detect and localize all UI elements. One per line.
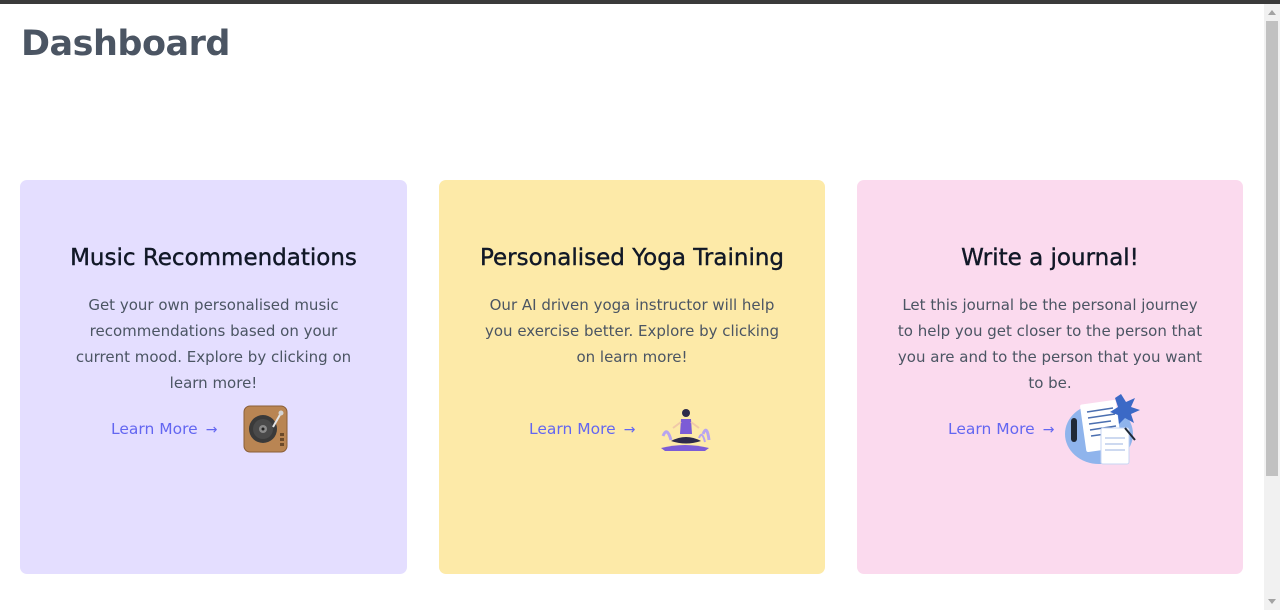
card-action-row: Learn More →	[439, 392, 825, 472]
card-description: Let this journal be the personal journey…	[897, 296, 1203, 392]
arrow-right-icon: →	[623, 422, 636, 438]
card-action-row: Learn More →	[20, 392, 407, 472]
card-title: Music Recommendations	[70, 245, 357, 271]
learn-more-label: Learn More	[948, 420, 1035, 438]
journal-writing-icon	[1065, 394, 1140, 465]
yoga-meditation-icon	[661, 409, 711, 451]
learn-more-link[interactable]: Learn More →	[948, 420, 1054, 438]
learn-more-link[interactable]: Learn More →	[529, 420, 635, 438]
arrow-right-icon: →	[205, 422, 218, 438]
scroll-up-arrow-icon[interactable]	[1268, 10, 1276, 15]
journal-card: Write a journal! Let this journal be the…	[857, 180, 1243, 574]
card-title: Personalised Yoga Training	[479, 245, 785, 271]
music-card: Music Recommendations Get your own perso…	[20, 180, 407, 574]
card-title: Write a journal!	[961, 245, 1139, 271]
yoga-card: Personalised Yoga Training Our AI driven…	[439, 180, 825, 574]
scroll-down-arrow-icon[interactable]	[1268, 599, 1276, 604]
learn-more-label: Learn More	[111, 420, 198, 438]
card-description: Our AI driven yoga instructor will help …	[484, 296, 779, 366]
arrow-right-icon: →	[1042, 422, 1055, 438]
page-title: Dashboard	[21, 24, 230, 64]
learn-more-label: Learn More	[529, 420, 616, 438]
card-action-row: Learn More →	[857, 392, 1243, 472]
learn-more-link[interactable]: Learn More →	[111, 420, 217, 438]
turntable-icon	[243, 405, 288, 453]
card-description: Get your own personalised music recommen…	[75, 296, 352, 392]
dashboard-page: Dashboard Music Recommendations Get your…	[0, 4, 1264, 610]
scrollbar-thumb[interactable]	[1266, 21, 1278, 476]
vertical-scrollbar[interactable]	[1264, 4, 1280, 610]
